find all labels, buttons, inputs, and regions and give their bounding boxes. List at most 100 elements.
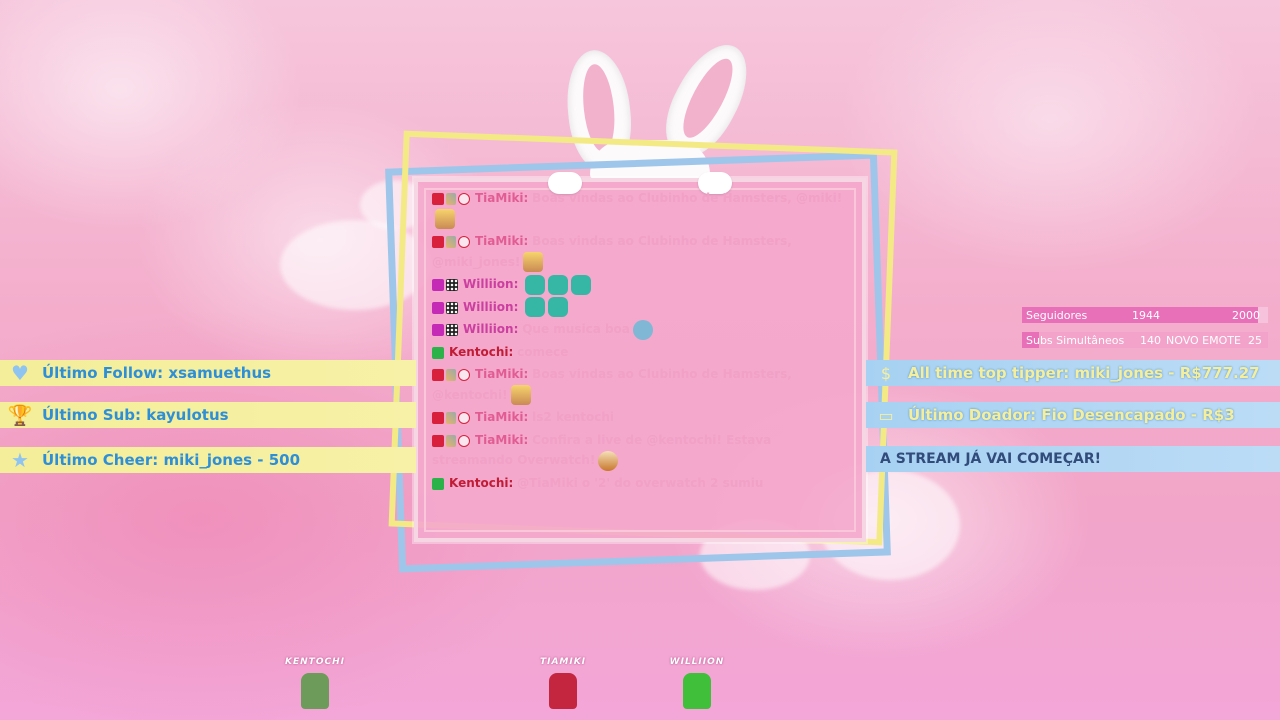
followers-goal: 2000 — [1232, 308, 1260, 322]
chat-username: TiaMiki: — [475, 410, 529, 424]
chat-message: Williion: — [432, 274, 848, 295]
chat-username: Kentochi: — [449, 344, 514, 359]
grid-badge-icon — [446, 324, 458, 336]
chat-text: ls2 kentochi — [532, 410, 615, 424]
emote-icon — [435, 209, 455, 229]
chat-message: TiaMiki: Confira a live de @kentochi! Es… — [432, 430, 848, 471]
chat-message: Williion: — [432, 297, 848, 317]
badges — [432, 232, 472, 252]
subs-value: 140 — [1140, 333, 1161, 347]
heart-badge-icon — [458, 369, 470, 381]
badges — [432, 342, 446, 362]
badges — [432, 430, 472, 450]
chat-text: comece — [517, 344, 569, 359]
badges — [432, 473, 446, 493]
grid-badge-icon — [446, 279, 458, 291]
chat-username: Williion: — [463, 277, 519, 291]
chat-username: Williion: — [463, 322, 519, 336]
heart-badge-icon — [458, 412, 470, 424]
last-donor-text: Último Doador: Fio Desencapado - R$3 — [908, 406, 1235, 424]
announce-text: A STREAM JÁ VAI COMEÇAR! — [880, 451, 1101, 467]
chat-message: Kentochi: @TiaMiki o '2' do overwatch 2 … — [432, 473, 848, 494]
badges — [432, 408, 472, 428]
subs-label: Subs Simultâneos — [1026, 333, 1125, 347]
avatar-sprite-icon — [683, 673, 711, 709]
last-donor-bar: ▭ Último Doador: Fio Desencapado - R$3 — [866, 402, 1280, 428]
avatar-sprite-icon — [549, 673, 577, 709]
avatar-sprite-icon — [301, 673, 329, 709]
avatar-name: TIAMIKI — [539, 657, 587, 667]
camera-badge-icon — [432, 369, 444, 381]
avatar-tiamiki: TIAMIKI — [528, 657, 598, 709]
sub-badge-icon — [432, 324, 444, 336]
emote-icon — [598, 450, 619, 471]
badges — [432, 365, 472, 385]
subs-goal-bar: Subs Simultâneos 140 NOVO EMOTE 25 — [1022, 332, 1268, 348]
last-follow-text: Último Follow: xsamuethus — [42, 364, 272, 382]
chat-message: Kentochi: comece — [432, 342, 848, 363]
last-sub-text: Último Sub: kayulotus — [42, 406, 229, 424]
sword-badge-icon — [446, 193, 456, 205]
badges — [432, 189, 472, 209]
sword-badge-icon — [446, 434, 456, 447]
sub-badge-icon — [432, 301, 444, 314]
camera-badge-icon — [432, 434, 444, 447]
badges — [432, 320, 460, 340]
chat-message: Williion: Que musica boa — [432, 319, 848, 340]
sword-badge-icon — [446, 412, 456, 424]
emote-icon — [525, 274, 546, 295]
star-icon: ★ — [11, 448, 29, 472]
chat-username: TiaMiki: — [475, 367, 529, 381]
avatar-name: WILLIION — [669, 657, 725, 667]
chat-message: TiaMiki: Boas vindas ao Clubinho de Hams… — [432, 364, 848, 405]
sub-badge-icon — [432, 279, 444, 291]
camera-badge-icon — [432, 412, 444, 424]
badges — [432, 297, 460, 317]
emote-icon — [632, 319, 653, 340]
announce-bar: A STREAM JÁ VAI COMEÇAR! — [866, 446, 1280, 472]
last-cheer-bar: ★ Último Cheer: miki_jones - 500 — [0, 447, 416, 473]
subs-goal-text: NOVO EMOTE — [1166, 333, 1241, 347]
chat-message: TiaMiki: Boas vindas ao Clubinho de Hams… — [432, 188, 848, 229]
emote-icon — [510, 385, 531, 405]
trophy-icon: 🏆 — [7, 403, 33, 427]
avatar-williion: WILLIION — [662, 657, 732, 709]
followers-goal-bar: Seguidores 1944 2000 — [1022, 307, 1268, 323]
emote-icon — [525, 297, 546, 317]
avatar-name: KENTOCHI — [285, 657, 345, 667]
chat-username: TiaMiki: — [475, 432, 529, 447]
last-sub-bar: 🏆 Último Sub: kayulotus — [0, 402, 416, 428]
chat-username: TiaMiki: — [475, 234, 529, 248]
heart-badge-icon — [458, 193, 470, 205]
camera-badge-icon — [432, 193, 444, 205]
top-tipper-bar: $ All time top tipper: miki_jones - R$77… — [866, 360, 1280, 386]
last-cheer-text: Último Cheer: miki_jones - 500 — [42, 451, 301, 469]
money-bag-icon: $ — [880, 363, 892, 383]
check-badge-icon — [432, 477, 444, 490]
chat-message: TiaMiki: ls2 kentochi — [432, 407, 848, 428]
camera-badge-icon — [432, 236, 444, 248]
emote-icon — [571, 274, 592, 295]
chat-username: Williion: — [463, 299, 519, 314]
emote-icon — [523, 252, 544, 272]
subs-goal: 25 — [1248, 333, 1262, 347]
heart-badge-icon — [458, 434, 470, 447]
sword-badge-icon — [446, 236, 456, 248]
chat-text: Boas vindas ao Clubinho de Hamsters, @mi… — [532, 191, 843, 205]
heart-icon: ♥ — [11, 361, 29, 385]
heart-badge-icon — [458, 236, 470, 248]
emote-icon — [548, 297, 569, 317]
chat-text: Que musica boa — [522, 322, 630, 336]
last-follow-bar: ♥ Último Follow: xsamuethus — [0, 360, 416, 386]
chat-text: @TiaMiki o '2' do overwatch 2 sumiu — [517, 475, 764, 490]
check-badge-icon — [432, 346, 444, 359]
grid-badge-icon — [446, 301, 458, 314]
followers-label: Seguidores — [1026, 308, 1088, 322]
followers-value: 1944 — [1132, 308, 1160, 322]
chat-message: TiaMiki: Boas vindas ao Clubinho de Hams… — [432, 231, 848, 272]
sword-badge-icon — [446, 369, 456, 381]
avatar-kentochi: KENTOCHI — [280, 657, 350, 709]
chat-username: Kentochi: — [449, 475, 514, 490]
top-tipper-text: All time top tipper: miki_jones - R$777.… — [908, 364, 1260, 382]
chat-panel: TiaMiki: Boas vindas ao Clubinho de Hams… — [432, 188, 848, 528]
